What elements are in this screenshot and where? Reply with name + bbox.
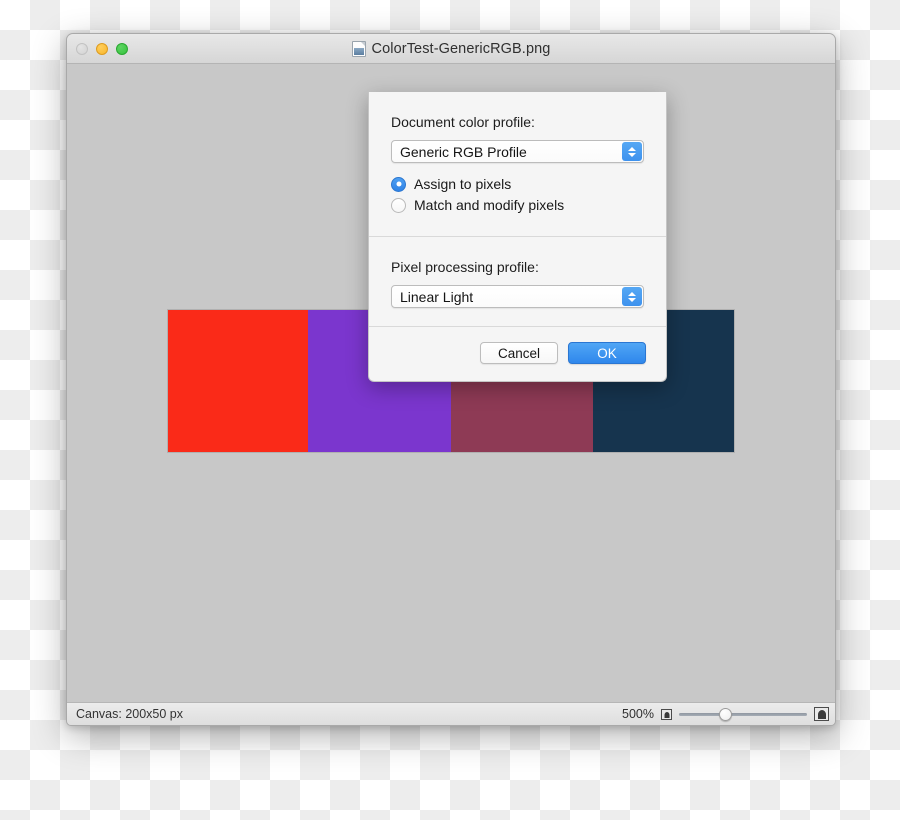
zoom-slider[interactable]	[679, 707, 807, 721]
cancel-button[interactable]: Cancel	[480, 342, 558, 364]
radio-button-unselected-icon[interactable]	[391, 197, 406, 213]
window-title-group: ColorTest-GenericRGB.png	[351, 40, 551, 57]
radio-label-assign-to-pixels: Assign to pixels	[414, 176, 512, 192]
status-bar: Canvas: 200x50 px 500%	[67, 702, 835, 725]
pixel-action-radio-group: Assign to pixels Match and modify pixels	[391, 176, 644, 213]
chevron-down-icon	[628, 297, 636, 302]
radio-option-assign-to-pixels[interactable]: Assign to pixels	[391, 176, 644, 192]
close-button[interactable]	[76, 43, 88, 55]
document-profile-section: Document color profile: Generic RGB Prof…	[369, 92, 666, 237]
document-profile-label: Document color profile:	[391, 114, 535, 130]
zoom-slider-track	[679, 712, 807, 716]
canvas-size-label: Canvas: 200x50 px	[76, 707, 184, 721]
document-profile-value: Generic RGB Profile	[400, 143, 527, 160]
pixel-profile-label: Pixel processing profile:	[391, 259, 539, 275]
ok-button[interactable]: OK	[568, 342, 646, 364]
chevron-up-icon	[628, 146, 636, 151]
pixel-profile-section: Pixel processing profile: Linear Light	[369, 237, 666, 327]
document-profile-select[interactable]: Generic RGB Profile	[391, 140, 644, 163]
pixel-profile-value: Linear Light	[400, 288, 474, 305]
chevron-updown-icon[interactable]	[622, 287, 642, 306]
image-editor-window: ColorTest-GenericRGB.png Canvas: 200x50 …	[66, 33, 836, 726]
zoom-level-label: 500%	[622, 707, 654, 721]
chevron-updown-icon[interactable]	[622, 142, 642, 161]
window-titlebar: ColorTest-GenericRGB.png	[67, 34, 835, 64]
window-controls	[76, 43, 128, 55]
chevron-up-icon	[628, 291, 636, 296]
radio-button-selected-icon[interactable]	[391, 176, 406, 192]
zoom-out-picture-icon[interactable]	[661, 708, 672, 720]
color-profile-dialog: Document color profile: Generic RGB Prof…	[368, 92, 667, 382]
zoom-controls: 500%	[622, 707, 829, 721]
pixel-profile-select[interactable]: Linear Light	[391, 285, 644, 308]
image-document-icon	[351, 40, 366, 57]
minimize-button[interactable]	[96, 43, 108, 55]
window-title: ColorTest-GenericRGB.png	[371, 40, 551, 57]
radio-label-match-and-modify-pixels: Match and modify pixels	[414, 197, 565, 213]
zoom-in-picture-icon[interactable]	[814, 707, 829, 721]
chevron-down-icon	[628, 152, 636, 157]
color-swatch-red	[168, 310, 308, 452]
zoom-slider-thumb[interactable]	[718, 707, 732, 721]
zoom-button[interactable]	[116, 43, 128, 55]
dialog-button-row: Cancel OK	[369, 327, 666, 381]
radio-option-match-and-modify-pixels[interactable]: Match and modify pixels	[391, 197, 644, 213]
